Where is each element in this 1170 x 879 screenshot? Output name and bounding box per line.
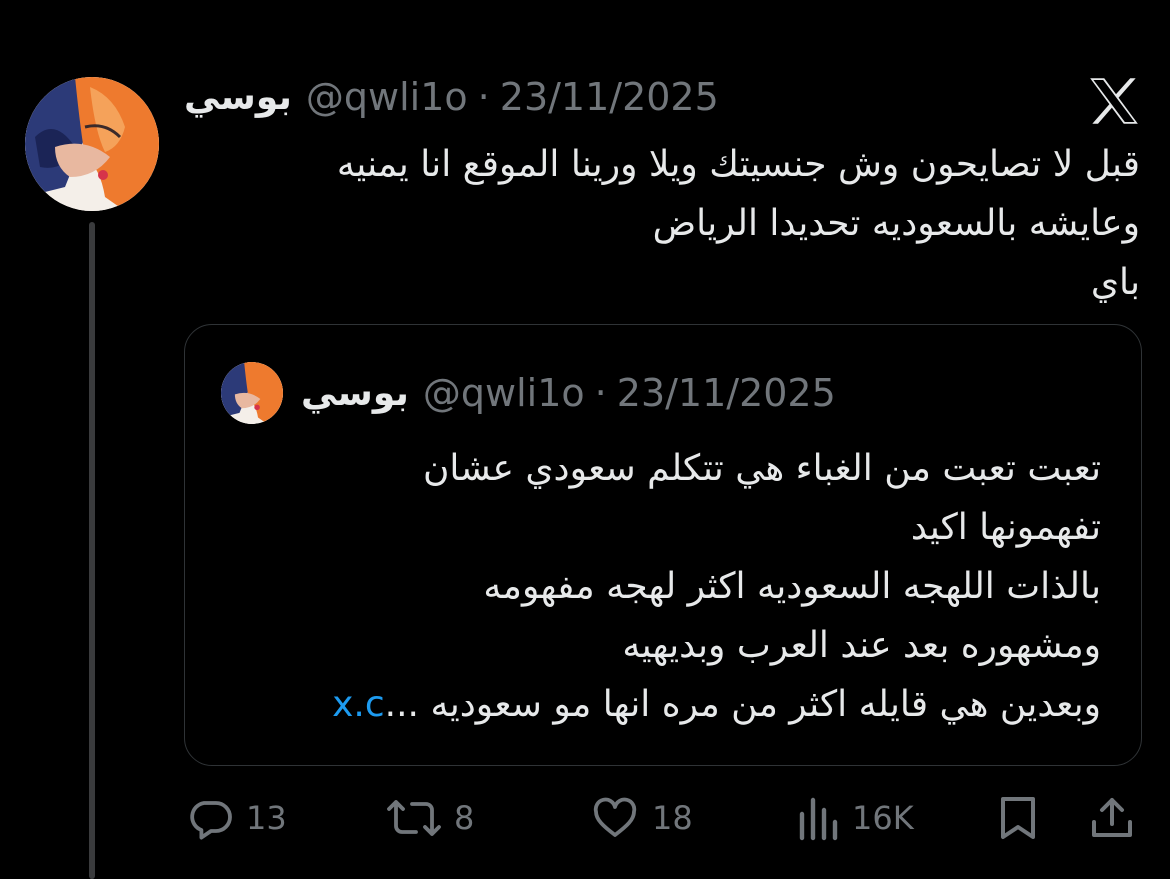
- reply-button[interactable]: 13: [186, 790, 287, 846]
- views-button[interactable]: 16K: [796, 790, 914, 846]
- quoted-text-line: بالذات اللهجه السعوديه اكثر لهجه مفهومه: [483, 566, 1101, 607]
- repost-icon: [387, 800, 441, 836]
- like-button[interactable]: 18: [590, 790, 693, 846]
- quoted-text-truncated: وبعدين هي قايله اكثر من مره انها مو سعود…: [384, 684, 1101, 725]
- x-logo-icon: [1090, 78, 1138, 124]
- share-icon: [1092, 798, 1132, 837]
- post-view: بوسي @qwli1o · 23/11/2025 قبل لا تصايحون…: [0, 0, 1170, 879]
- share-button[interactable]: [1088, 790, 1136, 846]
- post-text-line: قبل لا تصايحون وش جنسيتك ويلا ورينا المو…: [336, 144, 1140, 185]
- reply-icon: [190, 801, 232, 840]
- post-header: بوسي @qwli1o · 23/11/2025: [184, 72, 719, 122]
- post-date[interactable]: 23/11/2025: [500, 75, 719, 119]
- quoted-text-line: ومشهوره بعد عند العرب وبديهيه: [622, 625, 1101, 666]
- quoted-avatar: [221, 362, 283, 424]
- post-text-line: باي: [1090, 262, 1140, 303]
- quoted-post[interactable]: بوسي @qwli1o · 23/11/2025 تعبت تعبت من ا…: [184, 324, 1142, 766]
- header-separator: ·: [477, 75, 490, 119]
- quoted-avatar-image: [221, 362, 283, 424]
- repost-count: 8: [454, 799, 475, 837]
- quoted-post-header: بوسي @qwli1o · 23/11/2025: [221, 361, 836, 425]
- avatar-image: [25, 77, 159, 211]
- avatar[interactable]: [25, 77, 159, 211]
- view-count: 16K: [852, 799, 914, 837]
- quoted-text-line: تعبت تعبت من الغباء هي تتكلم سعودي عشان: [422, 448, 1101, 489]
- repost-button[interactable]: 8: [386, 790, 474, 846]
- quoted-post-date: 23/11/2025: [616, 371, 836, 415]
- heart-icon: [593, 797, 637, 837]
- quoted-post-text: تعبت تعبت من الغباء هي تتكلم سعودي عشان …: [221, 439, 1101, 734]
- quoted-text-line: تفهمونها اكيد: [910, 507, 1101, 548]
- post-text: قبل لا تصايحون وش جنسيتك ويلا ورينا المو…: [180, 135, 1140, 312]
- user-handle[interactable]: @qwli1o: [306, 75, 468, 119]
- post-text-line: وعايشه بالسعوديه تحديدا الرياض: [652, 203, 1140, 244]
- display-name[interactable]: بوسي: [184, 77, 292, 118]
- like-count: 18: [652, 799, 693, 837]
- reply-count: 13: [246, 799, 287, 837]
- action-bar: 13 8 18 16K: [184, 790, 1144, 846]
- views-icon: [799, 797, 838, 841]
- bookmark-icon: [1001, 797, 1035, 839]
- thread-line: [89, 222, 95, 879]
- quoted-text-last-line: وبعدين هي قايله اكثر من مره انها مو سعود…: [221, 675, 1101, 734]
- bookmark-button[interactable]: [996, 790, 1040, 846]
- quoted-display-name: بوسي: [301, 372, 409, 414]
- quoted-user-handle: @qwli1o: [422, 371, 585, 415]
- quoted-show-more-link[interactable]: x.c: [332, 684, 385, 725]
- quoted-header-separator: ·: [594, 371, 607, 415]
